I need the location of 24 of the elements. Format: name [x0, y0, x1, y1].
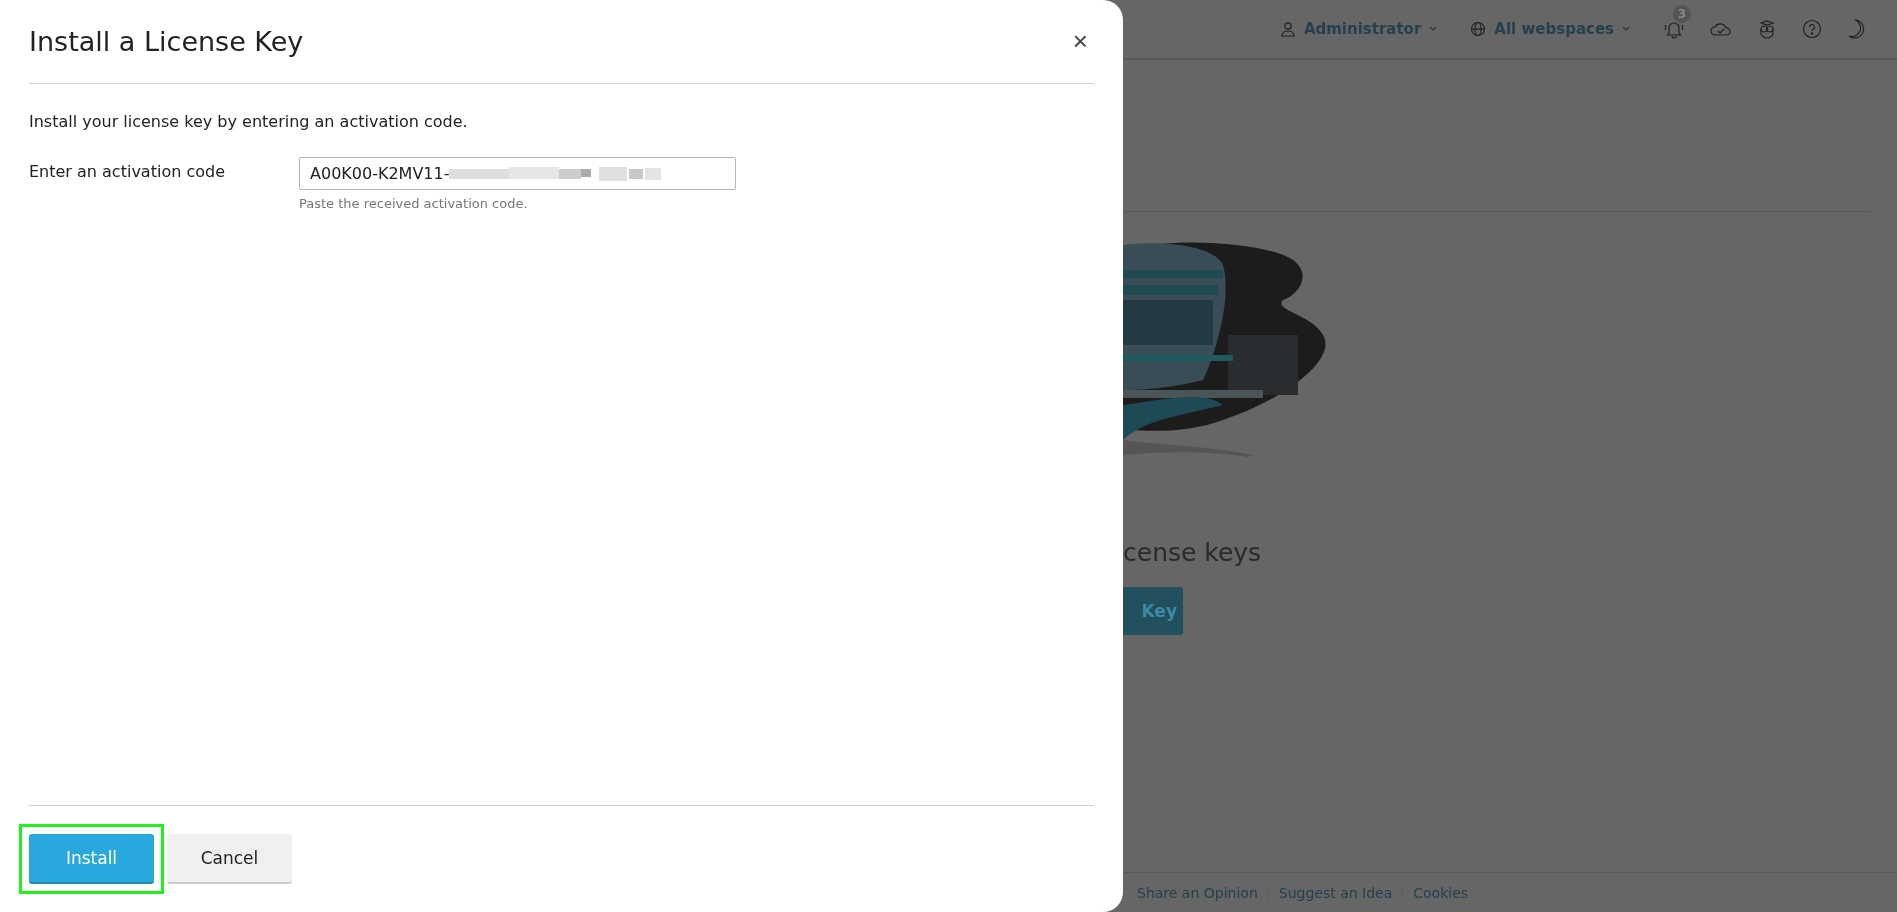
caret-icon — [1429, 26, 1438, 32]
page-heading: cense keys — [1123, 538, 1262, 567]
close-button[interactable]: × — [1066, 26, 1094, 57]
caret-icon — [1622, 26, 1630, 32]
user-menu[interactable]: Administrator — [1279, 20, 1438, 38]
owl-icon[interactable] — [1757, 19, 1777, 39]
webspaces-menu[interactable]: All webspaces — [1470, 20, 1630, 38]
globe-icon — [1470, 21, 1487, 37]
user-icon — [1279, 21, 1296, 37]
install-key-button[interactable]: Key — [1123, 587, 1183, 635]
footer-link[interactable]: Share an Opinion — [1137, 884, 1268, 901]
activation-code-field[interactable]: A00K00-K2MV11- — [299, 157, 736, 190]
footer-link[interactable]: Suggest an Idea — [1267, 884, 1403, 901]
bell-icon[interactable] — [1663, 19, 1685, 39]
cloud-icon[interactable] — [1710, 21, 1732, 37]
field-hint: Paste the received activation code. — [299, 196, 529, 211]
footer-link[interactable]: Cookies — [1402, 884, 1479, 901]
description-text: Install your license key by entering an activation code. — [29, 112, 469, 131]
field-label: Enter an activation code — [29, 161, 226, 183]
cancel-button[interactable]: Cancel — [167, 834, 292, 884]
dialog-title: Install a License Key — [29, 26, 304, 57]
install-button[interactable]: Install — [29, 834, 154, 884]
moon-icon[interactable] — [1847, 19, 1865, 39]
help-icon[interactable] — [1802, 19, 1822, 39]
